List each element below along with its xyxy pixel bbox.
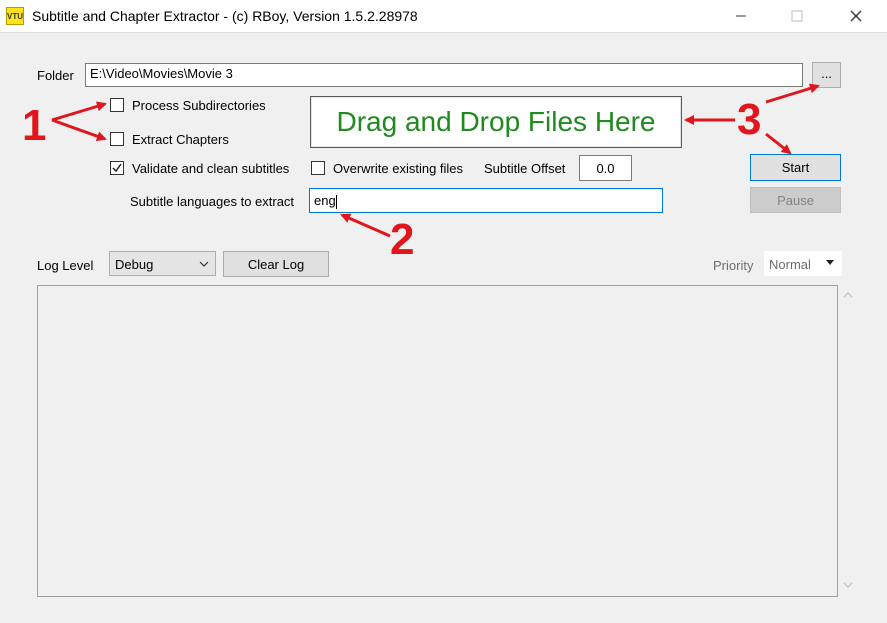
annotation-arrow-2 xyxy=(340,213,391,238)
annotation-arrow-1b xyxy=(51,118,107,142)
annotation-number-2: 2 xyxy=(390,215,415,264)
annotation-arrow-3c xyxy=(765,132,792,155)
annotation-arrow-1a xyxy=(51,101,107,122)
annotation-number-1: 1 xyxy=(22,101,47,150)
annotation-number-3: 3 xyxy=(737,95,762,144)
annotation-overlay xyxy=(51,83,820,238)
annotation-arrow-3b xyxy=(765,83,820,104)
